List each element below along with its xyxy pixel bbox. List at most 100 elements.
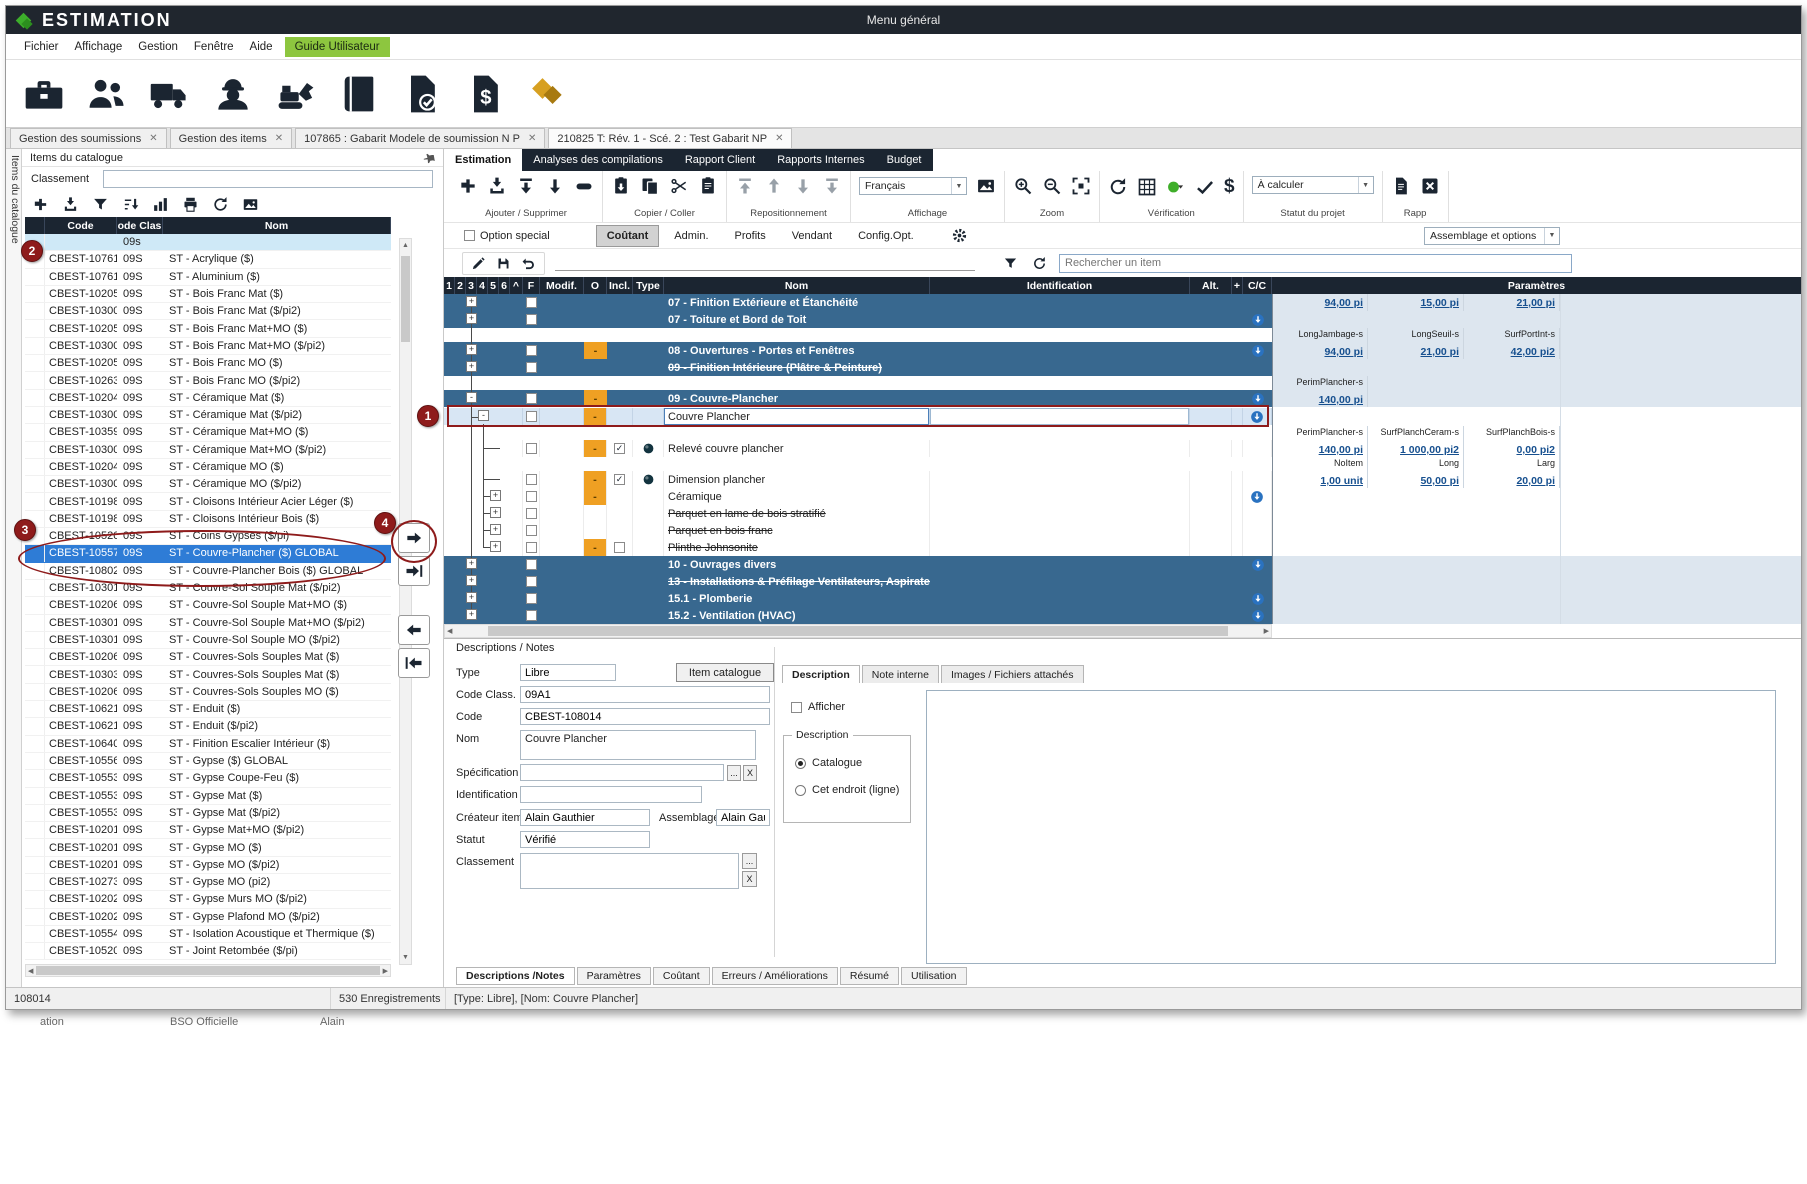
refresh-icon[interactable] xyxy=(1032,256,1047,271)
filter-icon[interactable] xyxy=(1003,256,1018,271)
catalog-row[interactable]: CBEST-10520709SST - Joint Retombée ($/pi… xyxy=(25,943,391,960)
docked-panel-strip[interactable]: Items du catalogue xyxy=(6,149,22,987)
dollar-icon[interactable]: $ xyxy=(1224,176,1235,198)
export-excel-icon[interactable] xyxy=(1420,176,1440,196)
incl-checkbox[interactable]: ✓ xyxy=(614,443,625,454)
option-flag[interactable]: - xyxy=(584,488,606,505)
close-icon[interactable]: ✕ xyxy=(149,133,157,144)
view-button-vendant[interactable]: Vendant xyxy=(781,225,843,247)
param-value[interactable]: 1,00 unit xyxy=(1276,475,1363,487)
code-class-input[interactable] xyxy=(520,686,770,703)
tab-rapport-client[interactable]: Rapport Client xyxy=(674,149,766,171)
assemblage-input[interactable] xyxy=(716,809,770,826)
expand-box[interactable]: + xyxy=(466,344,477,355)
filter-icon[interactable] xyxy=(92,196,109,213)
window-tab[interactable]: 210825 T: Rév. 1 - Scé. 2 : Test Gabarit… xyxy=(548,128,792,148)
param-value[interactable]: 21,00 pi xyxy=(1372,346,1459,358)
classement-browse-button[interactable]: ... xyxy=(742,853,757,869)
param-value[interactable]: 50,00 pi xyxy=(1372,475,1459,487)
code-input[interactable] xyxy=(520,708,770,725)
report-doc-icon[interactable] xyxy=(1391,176,1411,196)
bottom-tab-utilisation[interactable]: Utilisation xyxy=(901,967,967,985)
nom-input[interactable]: Couvre Plancher xyxy=(520,730,756,760)
catalog-row[interactable]: CBEST-10640809SST - Finition Escalier In… xyxy=(25,736,391,753)
catalog-row[interactable]: CBEST-10300809SST - Céramique Mat+MO ($/… xyxy=(25,442,391,459)
desc-tab-note-interne[interactable]: Note interne xyxy=(862,665,939,683)
worker-icon[interactable] xyxy=(209,70,257,118)
bottom-tab-descriptions-notes[interactable]: Descriptions /Notes xyxy=(456,967,575,985)
tab-analyses-des-compilations[interactable]: Analyses des compilations xyxy=(522,149,674,171)
copy-down-icon[interactable] xyxy=(1251,558,1265,572)
grid-row[interactable]: +13 - Installations & Préfilage Ventilat… xyxy=(444,573,1801,590)
row-checkbox[interactable] xyxy=(526,411,537,422)
catalog-row[interactable]: CBEST-10205009SST - Bois Franc Mat+MO ($… xyxy=(25,320,391,337)
catalog-row[interactable]: CBEST-10205209SST - Bois Franc MO ($) xyxy=(25,355,391,372)
classement-field-input[interactable] xyxy=(520,853,739,889)
grid-row[interactable]: +-Plinthe Johnsonite xyxy=(444,539,1801,556)
insert-item-below-icon[interactable] xyxy=(545,176,565,196)
param-value[interactable]: 42,00 pi2 xyxy=(1468,346,1555,358)
grid-row[interactable]: +Parquet en bois franc xyxy=(444,522,1801,539)
catalog-row[interactable]: CBEST-10205109SST - Bois Franc Mat ($) xyxy=(25,286,391,303)
afficher-checkbox[interactable] xyxy=(791,702,802,713)
catalog-row[interactable]: CBEST-10202109SST - Gypse Murs MO ($/pi2… xyxy=(25,891,391,908)
remove-item-icon[interactable] xyxy=(574,176,594,196)
expand-box[interactable]: + xyxy=(466,558,477,569)
view-button-co-tant[interactable]: Coûtant xyxy=(596,225,660,247)
grid-row[interactable]: +07 - Toiture et Bord de Toit xyxy=(444,311,1801,328)
param-value[interactable]: 1 000,00 pi2 xyxy=(1372,444,1459,456)
option-flag[interactable]: - xyxy=(584,342,607,359)
classement-clear-button[interactable]: X xyxy=(742,871,757,887)
catalog-row[interactable]: CBEST-10201609SST - Gypse Mat+MO ($/pi2) xyxy=(25,822,391,839)
grid-horizontal-scrollbar[interactable]: ◀▶ xyxy=(444,624,1272,638)
grid-col-3[interactable]: 3 xyxy=(466,277,477,294)
grid-row[interactable]: +10 - Ouvrages divers xyxy=(444,556,1801,573)
grid-col-6[interactable]: 6 xyxy=(499,277,510,294)
gear-icon[interactable] xyxy=(951,227,969,245)
grid-col-o[interactable]: O xyxy=(584,277,607,294)
catalog-row[interactable]: CBEST-10554209SST - Isolation Acoustique… xyxy=(25,926,391,943)
menu-item-affichage[interactable]: Affichage xyxy=(67,37,131,57)
stats-chart-icon[interactable] xyxy=(152,196,169,213)
param-value[interactable]: 94,00 pi xyxy=(1276,297,1363,309)
grid-col-modif[interactable]: Modif. xyxy=(540,277,584,294)
equipment-excavator-icon[interactable] xyxy=(272,70,320,118)
desc-tab-images-fichiers-attach-s[interactable]: Images / Fichiers attachés xyxy=(941,665,1084,683)
catalog-row[interactable]: CBEST-10301209SST - Couvre-Sol Souple MO… xyxy=(25,632,391,649)
grid-row[interactable]: --09 - Couvre-PlancherPerimPlancher-s140… xyxy=(444,376,1801,407)
catalog-row[interactable]: CBEST-10301009SST - Couvre-Sol Souple Ma… xyxy=(25,580,391,597)
grid-row[interactable]: +Parquet en lame de bois stratifié xyxy=(444,505,1801,522)
grid-row[interactable]: +07 - Finition Extérieure et Étanchéité9… xyxy=(444,294,1801,311)
catalog-row[interactable]: CBEST-10557109SST - Couvre-Plancher ($) … xyxy=(25,545,391,562)
close-icon[interactable]: ✕ xyxy=(275,133,283,144)
row-checkbox[interactable] xyxy=(526,362,537,373)
catalog-row[interactable]: CBEST-10761309SST - Aluminium ($) xyxy=(25,269,391,286)
expand-box[interactable]: + xyxy=(490,541,501,552)
option-flag[interactable]: - xyxy=(584,539,606,556)
row-checkbox[interactable] xyxy=(526,508,537,519)
move-down-icon[interactable] xyxy=(793,176,813,196)
row-checkbox[interactable] xyxy=(526,345,537,356)
catalog-row[interactable]: CBEST-10553809SST - Gypse Mat ($) xyxy=(25,788,391,805)
recalculate-icon[interactable] xyxy=(1108,177,1128,197)
grid-row[interactable]: +-08 - Ouvertures - Portes et FenêtresLo… xyxy=(444,328,1801,359)
grid-row[interactable]: +-Céramique xyxy=(444,488,1801,505)
specification-browse-button[interactable]: ... xyxy=(727,765,741,781)
view-button-admin-[interactable]: Admin. xyxy=(663,225,719,247)
catalog-row[interactable]: CBEST-10206609SST - Couvres-Sols Souples… xyxy=(25,684,391,701)
refresh-icon[interactable] xyxy=(212,196,229,213)
copy-down-icon[interactable] xyxy=(1250,490,1264,504)
catalog-row[interactable]: CBEST-10204409SST - Céramique Mat ($) xyxy=(25,390,391,407)
pin-icon[interactable] xyxy=(420,149,439,167)
option-special-checkbox[interactable] xyxy=(464,230,475,241)
zoom-out-icon[interactable] xyxy=(1042,176,1062,196)
option-flag[interactable]: - xyxy=(584,440,606,457)
bottom-tab-r-sum-[interactable]: Résumé xyxy=(840,967,899,985)
option-flag[interactable]: - xyxy=(584,390,607,407)
window-tab[interactable]: 107865 : Gabarit Modele de soumission N … xyxy=(295,128,545,148)
undo-icon[interactable] xyxy=(521,256,536,271)
clients-icon[interactable] xyxy=(83,70,131,118)
image-icon[interactable] xyxy=(242,196,259,213)
copy-down-icon[interactable] xyxy=(1251,392,1265,406)
dropdown-statut-du-projet[interactable]: À calculer▼ xyxy=(1252,176,1374,194)
